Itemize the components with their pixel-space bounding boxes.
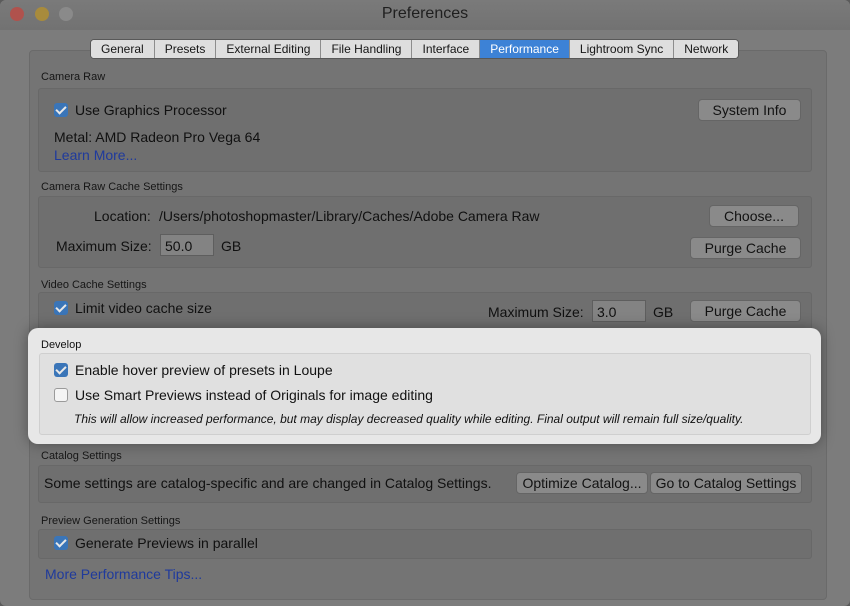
hover-preview-checkbox[interactable] [54,363,68,377]
limit-video-cache-label: Limit video cache size [75,300,212,316]
tab-lightroom-sync[interactable]: Lightroom Sync [569,40,675,58]
system-info-button[interactable]: System Info [698,99,801,121]
preview-generation-section-title: Preview Generation Settings [41,515,181,527]
cache-size-unit: GB [221,238,242,254]
smart-previews-label: Use Smart Previews instead of Originals … [75,387,433,403]
video-cache-section-title: Video Cache Settings [41,279,147,291]
cache-settings-section-title: Camera Raw Cache Settings [41,181,183,193]
learn-more-link[interactable]: Learn More... [54,147,137,163]
tab-network[interactable]: Network [674,40,739,58]
generate-parallel-checkbox[interactable] [54,536,68,550]
video-max-size-label: Maximum Size: [488,304,584,320]
smart-previews-checkbox[interactable] [54,388,68,402]
video-size-unit: GB [653,304,674,320]
preferences-tab-bar: General Presets External Editing File Ha… [90,39,740,59]
more-performance-tips-link[interactable]: More Performance Tips... [45,566,202,582]
generate-parallel-label: Generate Previews in parallel [75,535,258,551]
tab-performance[interactable]: Performance [480,40,570,58]
cache-location-label: Location: [94,208,151,224]
video-max-size-field[interactable]: 3.0 [592,300,646,322]
preferences-window: Preferences General Presets External Edi… [0,0,850,606]
tab-external-editing[interactable]: External Editing [216,40,322,58]
go-to-catalog-settings-button[interactable]: Go to Catalog Settings [650,472,802,494]
camera-raw-section-title: Camera Raw [41,71,106,83]
window-title: Preferences [381,5,469,22]
purge-cache-button[interactable]: Purge Cache [690,237,801,259]
optimize-catalog-button[interactable]: Optimize Catalog... [516,472,648,494]
cache-max-size-label: Maximum Size: [56,238,152,254]
catalog-section-title: Catalog Settings [41,450,122,462]
limit-video-cache-checkbox[interactable] [54,301,68,315]
smart-previews-note: This will allow increased performance, b… [74,412,744,426]
title-bar: Preferences [0,0,850,30]
cache-location-path: /Users/photoshopmaster/Library/Caches/Ad… [159,208,540,224]
tab-file-handling[interactable]: File Handling [321,40,413,58]
cache-max-size-field[interactable]: 50.0 [160,234,214,256]
tab-general[interactable]: General [91,40,155,58]
choose-location-button[interactable]: Choose... [709,205,799,227]
metal-gpu-text: Metal: AMD Radeon Pro Vega 64 [54,129,261,145]
tab-interface[interactable]: Interface [412,40,481,58]
catalog-description: Some settings are catalog-specific and a… [44,475,492,491]
purge-video-cache-button[interactable]: Purge Cache [690,300,801,322]
hover-preview-label: Enable hover preview of presets in Loupe [75,362,333,378]
develop-section-title: Develop [41,339,82,351]
tab-presets[interactable]: Presets [154,40,217,58]
use-gpu-checkbox[interactable] [54,103,68,117]
develop-highlight-panel: Develop Enable hover preview of presets … [28,328,821,444]
use-gpu-label: Use Graphics Processor [75,102,227,118]
